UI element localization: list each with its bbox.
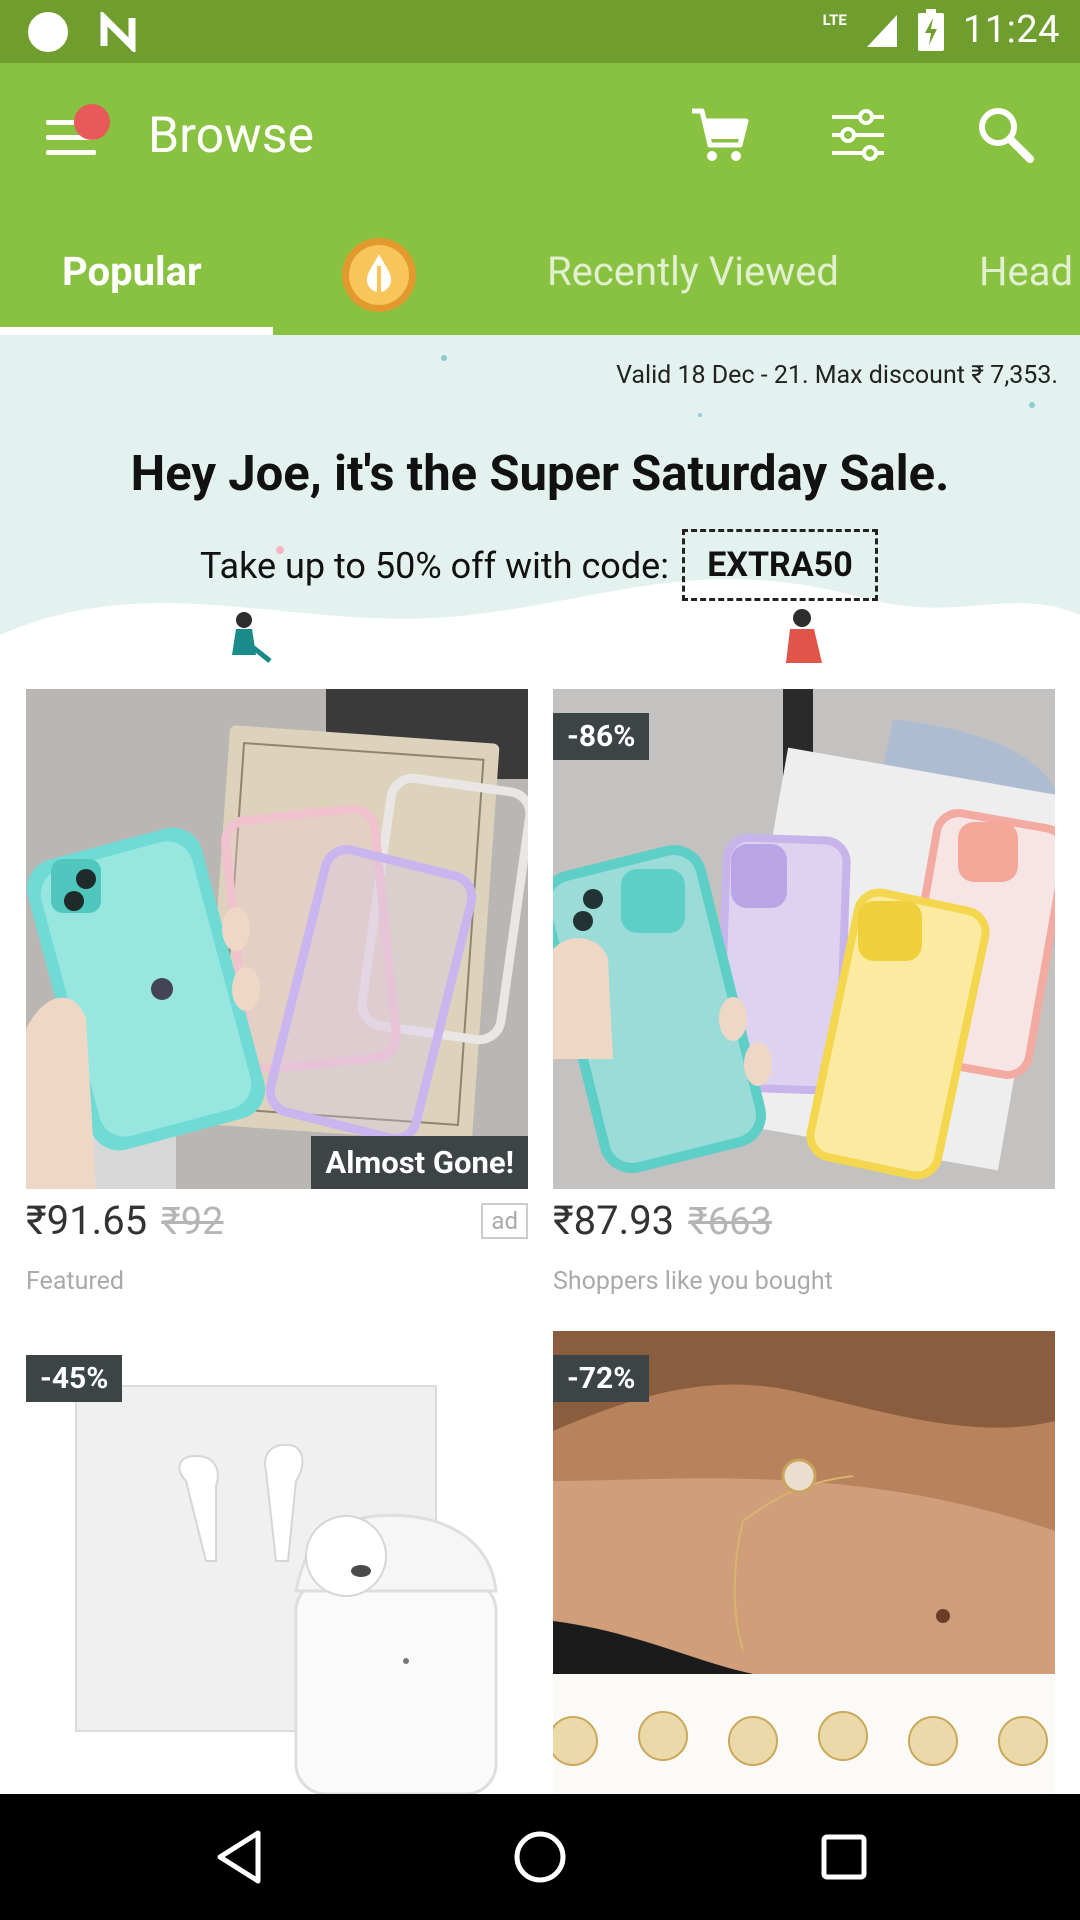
product-caption: Shoppers like you bought [553, 1267, 833, 1296]
tab-recently-viewed[interactable]: Recently Viewed [547, 248, 839, 295]
tab-bar: Popular Recently Viewed Head [0, 208, 1080, 335]
discount-badge: -72% [553, 1355, 650, 1402]
screen: LTE 11:24 Browse Popular Recently Viewed… [0, 0, 1080, 1920]
banner-subline: Take up to 50% off with code: [200, 545, 669, 587]
product-card[interactable]: -86% ₹87.93 ₹663 Shoppers like you bough… [553, 689, 1055, 1309]
promo-code[interactable]: EXTRA50 [682, 529, 878, 601]
tab-head[interactable]: Head [979, 248, 1073, 295]
banner-headline: Hey Joe, it's the Super Saturday Sale. [130, 445, 950, 502]
notification-circle-icon [28, 12, 68, 52]
filter-icon[interactable] [826, 103, 890, 167]
n-notification-icon [100, 12, 136, 52]
almost-gone-badge: Almost Gone! [311, 1136, 528, 1189]
product-card[interactable]: -72% [553, 1331, 1055, 1794]
menu-button[interactable] [46, 104, 110, 158]
app-bar: Browse [0, 63, 1080, 208]
discount-badge: -86% [553, 713, 650, 760]
offer-validity: Valid 18 Dec - 21. Max discount ₹ 7,353. [616, 361, 1058, 390]
original-price: ₹92 [161, 1200, 224, 1244]
menu-icon-line [46, 150, 96, 155]
status-bar: LTE 11:24 [0, 0, 1080, 63]
product-caption: Featured [26, 1267, 124, 1296]
promo-banner[interactable]: Valid 18 Dec - 21. Max discount ₹ 7,353.… [0, 335, 1080, 663]
page-title: Browse [148, 107, 315, 165]
phone-cases-glitter-image[interactable]: Almost Gone! [26, 689, 528, 1189]
notification-dot [74, 104, 110, 140]
product-card[interactable]: Almost Gone! ₹91.65 ₹92 ad Featured [26, 689, 528, 1309]
cart-icon[interactable] [688, 103, 752, 167]
initial-bracelet-image[interactable]: -72% [553, 1331, 1055, 1794]
discount-badge: -45% [26, 1355, 123, 1402]
recent-apps-icon[interactable] [812, 1825, 876, 1889]
network-type-label: LTE [822, 11, 847, 29]
original-price: ₹663 [688, 1200, 772, 1244]
back-icon[interactable] [208, 1825, 272, 1889]
tab-popular[interactable]: Popular [62, 248, 202, 295]
price: ₹87.93 [553, 1197, 675, 1244]
ad-badge: ad [481, 1203, 528, 1239]
clock: 11:24 [962, 8, 1060, 52]
price: ₹91.65 [26, 1197, 148, 1244]
price-row: ₹87.93 ₹663 [553, 1197, 772, 1244]
product-illustration [26, 689, 528, 1189]
coin-icon[interactable] [340, 236, 418, 314]
home-icon[interactable] [508, 1825, 572, 1889]
battery-charging-icon [917, 9, 944, 51]
search-icon[interactable] [974, 103, 1038, 167]
system-nav-bar [0, 1794, 1080, 1920]
price-row: ₹91.65 ₹92 [26, 1197, 224, 1244]
phone-cases-slide-camera-image[interactable]: -86% [553, 689, 1055, 1189]
product-illustration [553, 689, 1055, 1189]
product-card[interactable]: -45% [26, 1331, 528, 1794]
earbuds-image[interactable]: -45% [26, 1331, 528, 1794]
active-tab-indicator [0, 327, 273, 335]
signal-icon [866, 15, 897, 47]
